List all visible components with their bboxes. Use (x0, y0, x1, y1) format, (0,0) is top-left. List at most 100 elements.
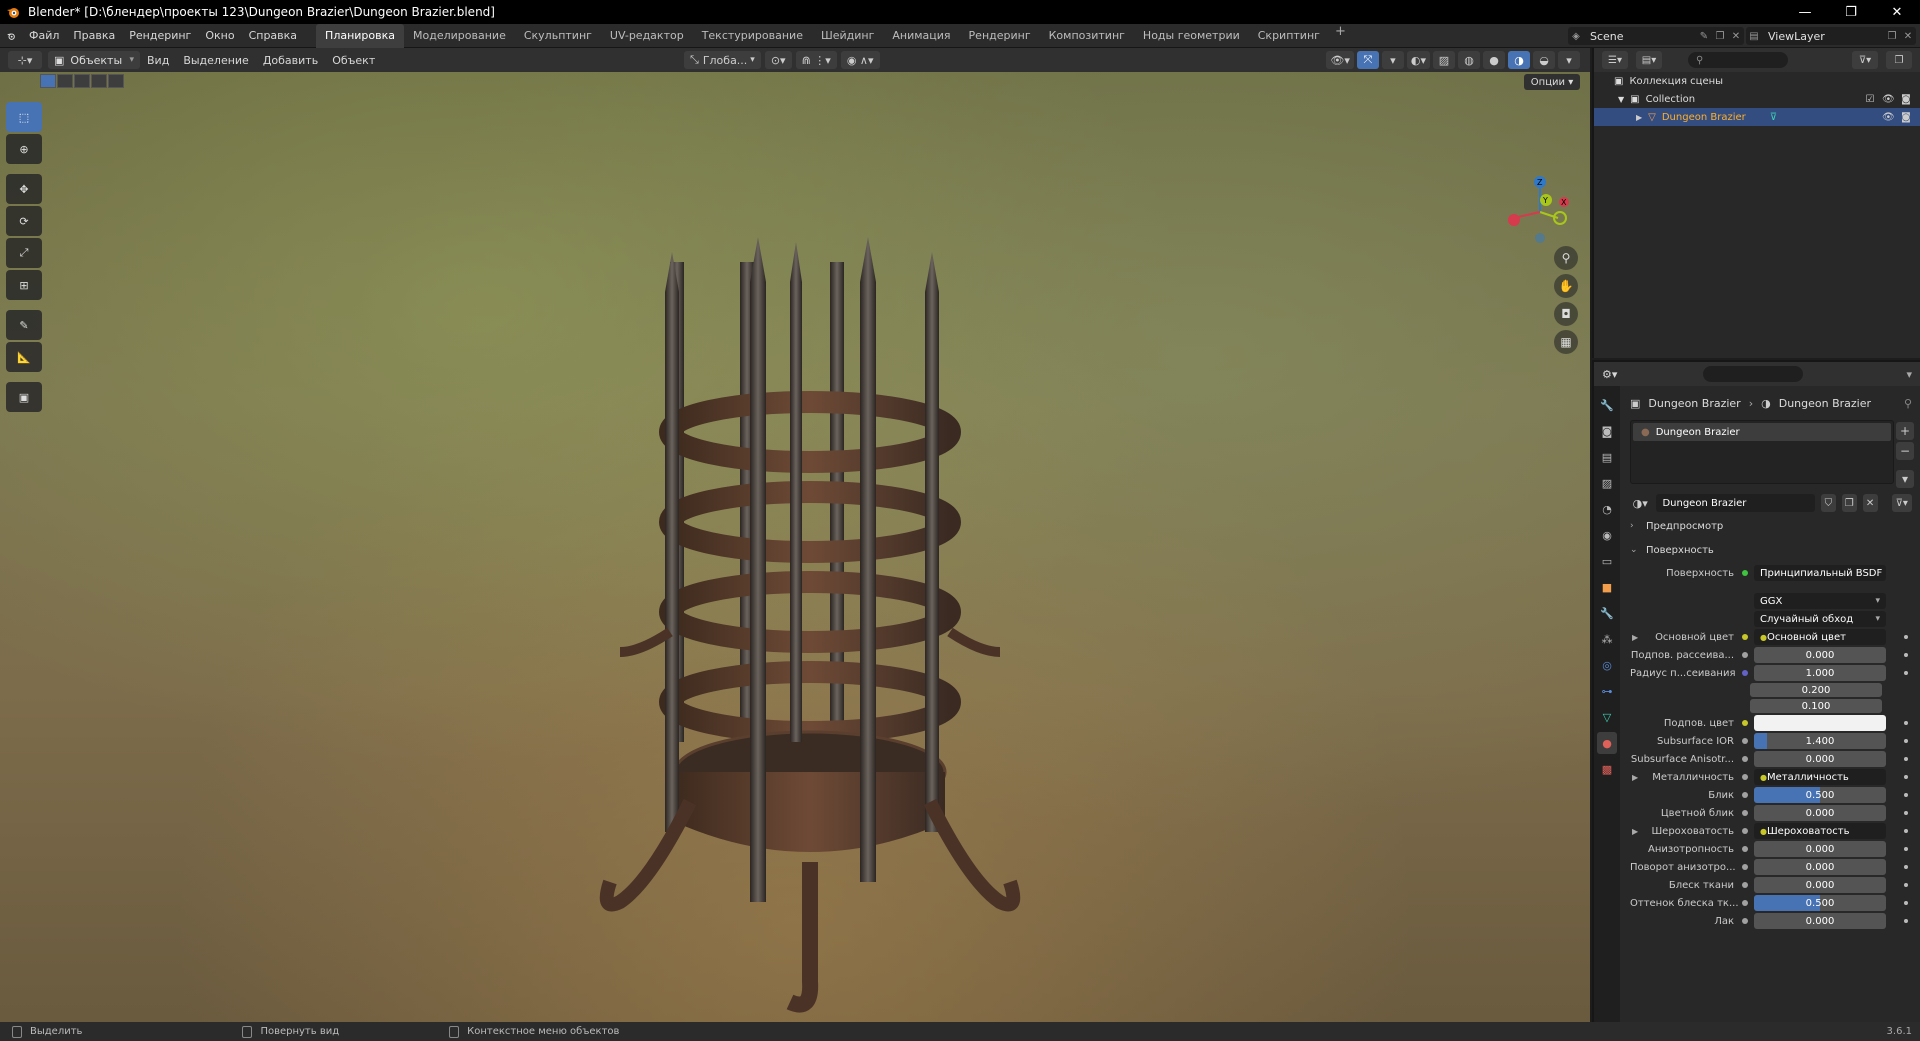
pivot-point-icon[interactable]: ⊙▾ (764, 51, 792, 69)
cursor-icon[interactable]: ⊕ (6, 134, 42, 164)
perspective-grid-icon[interactable]: ▦ (1554, 330, 1578, 354)
pin-icon[interactable]: ✎ (1696, 31, 1712, 42)
property-field[interactable]: 0.000 (1754, 913, 1886, 929)
tab-layout[interactable]: Планировка (316, 23, 405, 48)
property-field[interactable]: ● Шероховатость (1754, 823, 1886, 839)
socket-icon[interactable] (1742, 634, 1748, 640)
expand-arrow-icon[interactable]: ▶ (1632, 827, 1638, 836)
camera-view-icon[interactable]: ◘ (1554, 302, 1578, 326)
socket-icon[interactable] (1742, 882, 1748, 888)
3d-viewport[interactable]: Z Y X ⚲ ✋ ◘ ▦ (0, 72, 1590, 1022)
socket-icon[interactable] (1742, 774, 1748, 780)
shading-dropdown-icon[interactable]: ▾ (1558, 51, 1580, 69)
shading-solid-icon[interactable]: ● (1483, 51, 1505, 69)
view-layer-selector[interactable]: ▤ ViewLayer ❐ ✕ (1746, 27, 1916, 45)
socket-icon[interactable] (1742, 670, 1748, 676)
physics-tab-icon[interactable]: ◎ (1597, 654, 1617, 676)
maximize-button[interactable]: ❐ (1828, 0, 1874, 24)
add-slot-button[interactable]: + (1896, 422, 1914, 440)
mesh-data-icon[interactable]: ⊽ (1770, 112, 1777, 123)
tab-shading[interactable]: Шейдинг (812, 24, 883, 48)
options-dropdown[interactable]: Опции ▾ (1524, 74, 1580, 90)
material-slot[interactable]: ● Dungeon Brazier (1633, 423, 1891, 441)
keyframe-dot-icon[interactable] (1904, 757, 1908, 761)
new-collection-icon[interactable]: ❐ (1886, 51, 1912, 69)
texture-tab-icon[interactable]: ▩ (1597, 758, 1617, 780)
shading-material-icon[interactable]: ◑ (1508, 51, 1530, 69)
property-field[interactable]: 0.000 (1754, 805, 1886, 821)
radius-component-field[interactable]: 0.100 (1750, 699, 1882, 713)
menu-view[interactable]: Вид (140, 54, 176, 67)
menu-render[interactable]: Рендеринг (122, 24, 198, 48)
scene-selector[interactable]: ◈ Scene ✎ ❐ ✕ (1568, 27, 1744, 45)
keyframe-dot-icon[interactable] (1904, 829, 1908, 833)
transform-orientation-dropdown[interactable]: ⤡ Глоба... ▾ (684, 51, 761, 69)
property-field[interactable]: 0.000 (1754, 647, 1886, 663)
socket-icon[interactable] (1742, 900, 1748, 906)
material-name-field[interactable]: Dungeon Brazier (1656, 494, 1815, 512)
xray-icon[interactable]: ▨ (1433, 51, 1455, 69)
property-field[interactable]: 1.400 (1754, 733, 1886, 749)
keyframe-dot-icon[interactable] (1904, 739, 1908, 743)
property-field[interactable]: 1.000 (1754, 665, 1886, 681)
panel-preview-header[interactable]: › Предпросмотр (1630, 516, 1912, 536)
tab-geometry-nodes[interactable]: Ноды геометрии (1134, 24, 1249, 48)
overlays-icon[interactable]: ◐▾ (1406, 51, 1430, 69)
chevron-down-icon[interactable]: ▾ (1906, 368, 1912, 381)
tab-sculpting[interactable]: Скульптинг (515, 24, 601, 48)
tab-texture-paint[interactable]: Текстурирование (693, 24, 812, 48)
menu-help[interactable]: Справка (242, 24, 304, 48)
menu-select[interactable]: Выделение (176, 54, 256, 67)
select-subtract-icon[interactable] (74, 74, 90, 88)
duplicate-material-icon[interactable]: ❐ (1841, 494, 1857, 512)
transform-icon[interactable]: ⊞ (6, 270, 42, 300)
select-box-icon[interactable]: ⬚ (6, 102, 42, 132)
menu-add[interactable]: Добавить (256, 54, 325, 67)
radius-component-field[interactable]: 0.200 (1750, 683, 1882, 697)
property-field[interactable]: 0.000 (1754, 841, 1886, 857)
tab-rendering[interactable]: Рендеринг (960, 24, 1040, 48)
data-tab-icon[interactable]: ▽ (1597, 706, 1617, 728)
keyframe-dot-icon[interactable] (1904, 847, 1908, 851)
filter-icon[interactable]: ⊽▾ (1852, 51, 1878, 69)
expand-arrow-icon[interactable]: ▶ (1632, 773, 1638, 782)
select-new-icon[interactable] (40, 74, 56, 88)
snap-icon[interactable]: ⋒ ⋮▾ (795, 51, 837, 69)
outliner-row-collection[interactable]: ▼ ▣ Collection ☑ 👁 ◙ (1594, 90, 1920, 108)
material-slot-list[interactable]: ● Dungeon Brazier (1630, 420, 1894, 484)
expand-arrow-icon[interactable]: ▶ (1632, 633, 1638, 642)
surface-shader-field[interactable]: Принципиальный BSDF (1754, 565, 1886, 581)
socket-icon[interactable] (1742, 652, 1748, 658)
fake-user-icon[interactable]: ⛉ (1820, 494, 1836, 512)
outliner-row-dungeon-brazier[interactable]: ▶ ▽ Dungeon Brazier ⊽ 👁 ◙ (1594, 108, 1920, 126)
shading-rendered-icon[interactable]: ◒ (1533, 51, 1555, 69)
expand-arrow-icon[interactable]: ▶ (1636, 113, 1642, 122)
pan-hand-icon[interactable]: ✋ (1554, 274, 1578, 298)
keyframe-dot-icon[interactable] (1904, 635, 1908, 639)
material-tab-icon[interactable]: ● (1597, 732, 1617, 754)
annotate-icon[interactable]: ✎ (6, 310, 42, 340)
panel-surface-header[interactable]: ⌄ Поверхность (1630, 540, 1912, 560)
menu-edit[interactable]: Правка (66, 24, 122, 48)
dungeon-brazier-model[interactable] (560, 182, 1060, 1022)
keyframe-dot-icon[interactable] (1904, 793, 1908, 797)
keyframe-dot-icon[interactable] (1904, 811, 1908, 815)
keyframe-dot-icon[interactable] (1904, 883, 1908, 887)
new-view-layer-icon[interactable]: ❐ (1884, 31, 1900, 42)
navigation-gizmo[interactable]: Z Y X (1500, 172, 1580, 252)
unlink-material-icon[interactable]: ✕ (1862, 494, 1878, 512)
properties-search-input[interactable] (1703, 366, 1804, 382)
outliner-editor-type-icon[interactable]: ☰▾ (1602, 51, 1628, 69)
proportional-editing-icon[interactable]: ◉ ∧▾ (840, 51, 880, 69)
keyframe-dot-icon[interactable] (1904, 865, 1908, 869)
checkbox-icon[interactable]: ☑ (1864, 94, 1876, 105)
property-field[interactable]: 0.000 (1754, 877, 1886, 893)
visibility-icon[interactable]: 👁▾ (1326, 51, 1354, 69)
property-field[interactable]: ● Металличность (1754, 769, 1886, 785)
editor-type-icon[interactable]: ⊹▾ (8, 51, 42, 69)
scene-tab-icon[interactable]: ◔ (1597, 498, 1617, 520)
keyframe-dot-icon[interactable] (1904, 721, 1908, 725)
browse-material-icon[interactable]: ◑▾ (1630, 494, 1650, 512)
particles-tab-icon[interactable]: ⁂ (1597, 628, 1617, 650)
close-button[interactable]: ✕ (1874, 0, 1920, 24)
